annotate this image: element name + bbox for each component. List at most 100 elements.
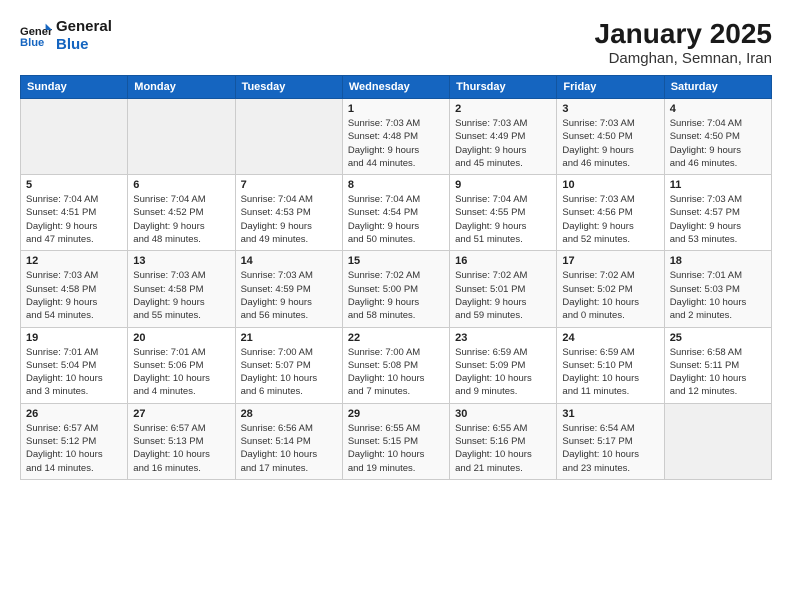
day-number: 7	[241, 179, 337, 191]
day-number: 9	[455, 179, 551, 191]
day-info: Sunrise: 7:02 AM Sunset: 5:00 PM Dayligh…	[348, 269, 444, 322]
calendar-cell: 9Sunrise: 7:04 AM Sunset: 4:55 PM Daylig…	[450, 175, 557, 251]
logo-text-blue: Blue	[56, 36, 112, 54]
day-info: Sunrise: 7:00 AM Sunset: 5:07 PM Dayligh…	[241, 346, 337, 399]
day-number: 18	[670, 255, 766, 267]
day-info: Sunrise: 7:04 AM Sunset: 4:52 PM Dayligh…	[133, 193, 229, 246]
day-info: Sunrise: 6:55 AM Sunset: 5:16 PM Dayligh…	[455, 422, 551, 475]
calendar-cell: 13 Sunrise: 7:03 AM Sunset: 4:58 PM Dayli…	[128, 251, 235, 327]
calendar-cell: 24 Sunrise: 6:59 AM Sunset: 5:10 PM Dayli…	[557, 327, 664, 403]
logo-text-general: General	[56, 18, 112, 36]
calendar-week-5: 26Sunrise: 6:57 AM Sunset: 5:12 PM Dayli…	[21, 403, 772, 479]
day-info: Sunrise: 6:59 AM Sunset: 5:10 PM Dayligh…	[562, 346, 658, 399]
day-info: Sunrise: 7:02 AM Sunset: 5:01 PM Dayligh…	[455, 269, 551, 322]
day-info: Sunrise: 6:55 AM Sunset: 5:15 PM Dayligh…	[348, 422, 444, 475]
day-number: 16	[455, 255, 551, 267]
day-info: Sunrise: 7:04 AM Sunset: 4:51 PM Dayligh…	[26, 193, 122, 246]
day-info: Sunrise: 7:04 AM Sunset: 4:50 PM Dayligh…	[670, 117, 766, 170]
day-info: Sunrise: 6:54 AM Sunset: 5:17 PM Dayligh…	[562, 422, 658, 475]
logo-icon: General Blue	[20, 22, 52, 50]
weekday-friday: Friday	[557, 76, 664, 99]
day-number: 1	[348, 103, 444, 115]
day-info: Sunrise: 7:03 AM Sunset: 4:58 PM Dayligh…	[26, 269, 122, 322]
calendar-cell: 19 Sunrise: 7:01 AM Sunset: 5:04 PM Dayli…	[21, 327, 128, 403]
day-info: Sunrise: 7:00 AM Sunset: 5:08 PM Dayligh…	[348, 346, 444, 399]
calendar-cell: 29 Sunrise: 6:55 AM Sunset: 5:15 PM Dayli…	[342, 403, 449, 479]
day-number: 19	[26, 332, 122, 344]
day-number: 26	[26, 408, 122, 420]
calendar-cell: 25 Sunrise: 6:58 AM Sunset: 5:11 PM Dayli…	[664, 327, 771, 403]
day-info: Sunrise: 7:03 AM Sunset: 4:49 PM Dayligh…	[455, 117, 551, 170]
calendar-cell: 22 Sunrise: 7:00 AM Sunset: 5:08 PM Dayli…	[342, 327, 449, 403]
calendar-body: 1Sunrise: 7:03 AM Sunset: 4:48 PM Daylig…	[21, 99, 772, 480]
day-number: 2	[455, 103, 551, 115]
weekday-saturday: Saturday	[664, 76, 771, 99]
day-number: 24	[562, 332, 658, 344]
svg-text:Blue: Blue	[20, 37, 44, 49]
day-number: 6	[133, 179, 229, 191]
day-number: 20	[133, 332, 229, 344]
calendar-header: SundayMondayTuesdayWednesdayThursdayFrid…	[21, 76, 772, 99]
calendar-cell: 4 Sunrise: 7:04 AM Sunset: 4:50 PM Daylig…	[664, 99, 771, 175]
calendar-cell: 3Sunrise: 7:03 AM Sunset: 4:50 PM Daylig…	[557, 99, 664, 175]
calendar-cell: 30 Sunrise: 6:55 AM Sunset: 5:16 PM Dayli…	[450, 403, 557, 479]
calendar-cell: 16 Sunrise: 7:02 AM Sunset: 5:01 PM Dayli…	[450, 251, 557, 327]
logo: General Blue General Blue	[20, 18, 112, 54]
weekday-sunday: Sunday	[21, 76, 128, 99]
calendar-week-1: 1Sunrise: 7:03 AM Sunset: 4:48 PM Daylig…	[21, 99, 772, 175]
day-number: 3	[562, 103, 658, 115]
calendar-cell: 28 Sunrise: 6:56 AM Sunset: 5:14 PM Dayli…	[235, 403, 342, 479]
day-info: Sunrise: 7:01 AM Sunset: 5:06 PM Dayligh…	[133, 346, 229, 399]
calendar-cell	[21, 99, 128, 175]
weekday-tuesday: Tuesday	[235, 76, 342, 99]
day-info: Sunrise: 7:01 AM Sunset: 5:04 PM Dayligh…	[26, 346, 122, 399]
day-info: Sunrise: 6:59 AM Sunset: 5:09 PM Dayligh…	[455, 346, 551, 399]
weekday-monday: Monday	[128, 76, 235, 99]
calendar-cell: 26Sunrise: 6:57 AM Sunset: 5:12 PM Dayli…	[21, 403, 128, 479]
calendar-cell: 15 Sunrise: 7:02 AM Sunset: 5:00 PM Dayli…	[342, 251, 449, 327]
calendar-cell: 27Sunrise: 6:57 AM Sunset: 5:13 PM Dayli…	[128, 403, 235, 479]
calendar-cell: 12 Sunrise: 7:03 AM Sunset: 4:58 PM Dayli…	[21, 251, 128, 327]
day-info: Sunrise: 7:03 AM Sunset: 4:56 PM Dayligh…	[562, 193, 658, 246]
day-number: 15	[348, 255, 444, 267]
day-number: 21	[241, 332, 337, 344]
day-number: 17	[562, 255, 658, 267]
day-number: 23	[455, 332, 551, 344]
day-info: Sunrise: 6:56 AM Sunset: 5:14 PM Dayligh…	[241, 422, 337, 475]
weekday-wednesday: Wednesday	[342, 76, 449, 99]
weekday-thursday: Thursday	[450, 76, 557, 99]
calendar-week-4: 19 Sunrise: 7:01 AM Sunset: 5:04 PM Dayli…	[21, 327, 772, 403]
day-info: Sunrise: 6:58 AM Sunset: 5:11 PM Dayligh…	[670, 346, 766, 399]
weekday-header-row: SundayMondayTuesdayWednesdayThursdayFrid…	[21, 76, 772, 99]
day-info: Sunrise: 7:03 AM Sunset: 4:57 PM Dayligh…	[670, 193, 766, 246]
day-number: 4	[670, 103, 766, 115]
calendar-cell: 18Sunrise: 7:01 AM Sunset: 5:03 PM Dayli…	[664, 251, 771, 327]
calendar-cell	[235, 99, 342, 175]
calendar-cell: 6 Sunrise: 7:04 AM Sunset: 4:52 PM Daylig…	[128, 175, 235, 251]
calendar-cell: 1Sunrise: 7:03 AM Sunset: 4:48 PM Daylig…	[342, 99, 449, 175]
day-info: Sunrise: 7:02 AM Sunset: 5:02 PM Dayligh…	[562, 269, 658, 322]
day-number: 31	[562, 408, 658, 420]
day-number: 25	[670, 332, 766, 344]
calendar-cell: 8Sunrise: 7:04 AM Sunset: 4:54 PM Daylig…	[342, 175, 449, 251]
day-number: 12	[26, 255, 122, 267]
calendar-cell: 11 Sunrise: 7:03 AM Sunset: 4:57 PM Dayli…	[664, 175, 771, 251]
day-number: 11	[670, 179, 766, 191]
day-number: 28	[241, 408, 337, 420]
day-number: 5	[26, 179, 122, 191]
day-number: 13	[133, 255, 229, 267]
calendar-week-2: 5 Sunrise: 7:04 AM Sunset: 4:51 PM Daylig…	[21, 175, 772, 251]
calendar-cell: 20 Sunrise: 7:01 AM Sunset: 5:06 PM Dayli…	[128, 327, 235, 403]
day-number: 29	[348, 408, 444, 420]
day-number: 10	[562, 179, 658, 191]
calendar-cell: 17 Sunrise: 7:02 AM Sunset: 5:02 PM Dayli…	[557, 251, 664, 327]
day-info: Sunrise: 7:04 AM Sunset: 4:54 PM Dayligh…	[348, 193, 444, 246]
calendar-week-3: 12 Sunrise: 7:03 AM Sunset: 4:58 PM Dayli…	[21, 251, 772, 327]
calendar-table: SundayMondayTuesdayWednesdayThursdayFrid…	[20, 75, 772, 480]
day-info: Sunrise: 7:03 AM Sunset: 4:58 PM Dayligh…	[133, 269, 229, 322]
day-info: Sunrise: 6:57 AM Sunset: 5:13 PM Dayligh…	[133, 422, 229, 475]
main-title: January 2025	[595, 18, 772, 50]
day-number: 30	[455, 408, 551, 420]
day-number: 22	[348, 332, 444, 344]
calendar-cell: 21 Sunrise: 7:00 AM Sunset: 5:07 PM Dayli…	[235, 327, 342, 403]
